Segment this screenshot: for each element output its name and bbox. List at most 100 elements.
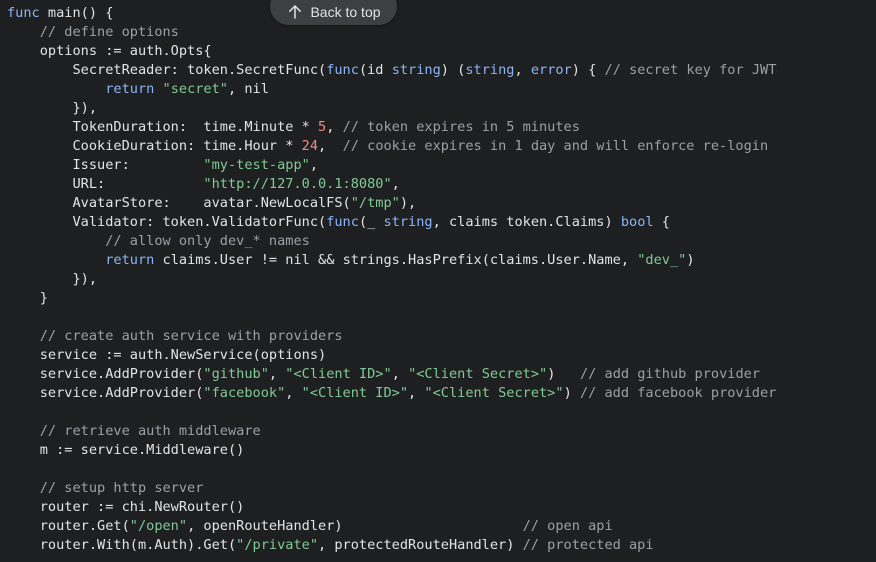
code-line: // allow only dev_* names (7, 232, 776, 251)
code-token: func (326, 62, 359, 78)
code-token: "secret" (162, 81, 228, 97)
code-token: // protected api (522, 537, 654, 553)
code-token: router := chi.NewRouter() (7, 499, 245, 515)
code-line: Issuer: "my-test-app", (7, 156, 776, 175)
code-line: router.Get("/open", openRouteHandler) //… (7, 517, 776, 536)
code-line: // create auth service with providers (7, 327, 776, 346)
code-token: router.With(m.Auth).Get( (7, 537, 237, 553)
code-token: }), (7, 271, 98, 287)
code-line: return claims.User != nil && strings.Has… (7, 251, 776, 270)
code-line: TokenDuration: time.Minute * 5, // token… (7, 118, 776, 137)
code-token: // retrieve auth middleware (7, 423, 261, 439)
code-token: "/private" (236, 537, 318, 553)
code-line: URL: "http://127.0.0.1:8080", (7, 175, 776, 194)
code-token: string (465, 62, 515, 78)
code-token: // open api (522, 518, 613, 534)
code-token: // token expires in 5 minutes (342, 119, 580, 135)
code-token: func (326, 214, 359, 230)
code-token: // cookie expires in 1 day and will enfo… (342, 138, 769, 154)
code-token: , (309, 157, 319, 173)
code-line: service.AddProvider("facebook", "<Client… (7, 384, 777, 403)
code-token: "facebook" (203, 385, 286, 401)
code-token: , (268, 366, 286, 382)
code-token: string (391, 62, 441, 78)
code-token: ), (399, 195, 417, 211)
code-line: Validator: token.ValidatorFunc(func(_ st… (7, 213, 776, 232)
code-token: "<Client ID>" (285, 366, 392, 382)
code-line: }), (7, 99, 776, 118)
code-token: 5 (318, 119, 327, 135)
code-token: // create auth service with providers (7, 328, 343, 344)
code-line: }), (7, 270, 776, 289)
back-to-top-button[interactable]: Back to top (270, 0, 397, 25)
code-token: "http://127.0.0.1:8080" (203, 176, 392, 192)
code-line: m := service.Middleware() (7, 441, 776, 460)
code-token: Validator: token.ValidatorFunc( (7, 214, 327, 230)
code-viewer: func main() { // define options options … (0, 0, 876, 562)
code-line: service := auth.NewService(options) (7, 346, 776, 365)
code-token: , (391, 366, 409, 382)
code-token: "/open" (129, 518, 188, 534)
code-token: AvatarStore: avatar.NewLocalFS( (7, 195, 351, 211)
code-token: ) { (571, 62, 605, 78)
code-token: ) (547, 366, 580, 382)
code-line: CookieDuration: time.Hour * 24, // cooki… (7, 137, 776, 156)
code-token: , (391, 176, 400, 192)
code-token: Issuer: (7, 157, 204, 173)
code-token: router.Get( (7, 518, 130, 534)
code-line: service.AddProvider("github", "<Client I… (7, 365, 776, 384)
code-token: URL: (7, 176, 204, 192)
code-token: "/tmp" (350, 195, 400, 211)
code-block: func main() { // define options options … (7, 4, 776, 555)
code-token: TokenDuration: time.Minute * (7, 119, 318, 135)
code-token: // add github provider (579, 366, 761, 382)
code-token: // allow only dev_* names (7, 233, 310, 249)
code-token: "dev_" (637, 252, 687, 268)
code-token: "<Client Secret>" (424, 385, 564, 401)
code-line: router := chi.NewRouter() (7, 498, 776, 517)
code-token: main() { (39, 5, 114, 21)
code-token: "github" (203, 366, 269, 382)
code-token: "my-test-app" (203, 157, 310, 173)
code-token: } (7, 290, 48, 306)
code-token: m := service.Middleware() (7, 442, 245, 458)
code-token: func (7, 5, 40, 21)
code-token: , (408, 385, 425, 401)
code-token: claims.User != nil && strings.HasPrefix(… (154, 252, 638, 268)
code-line: AvatarStore: avatar.NewLocalFS("/tmp"), (7, 194, 776, 213)
code-token: options := auth.Opts{ (7, 43, 212, 59)
code-token: service.AddProvider( (7, 385, 204, 401)
code-token: ) (686, 252, 695, 268)
code-token: "<Client Secret>" (408, 366, 548, 382)
code-line: // setup http server (7, 479, 776, 498)
code-token: { (653, 214, 670, 230)
code-token: bool (620, 214, 654, 230)
code-line: // retrieve auth middleware (7, 422, 776, 441)
code-token: // secret key for JWT (604, 62, 777, 78)
code-token: , (326, 119, 343, 135)
code-token: service.AddProvider( (7, 366, 204, 382)
code-token: , claims token.Claims) (432, 214, 621, 230)
code-token: }), (7, 100, 98, 116)
code-line: SecretReader: token.SecretFunc(func(id s… (7, 61, 776, 80)
code-token: , protectedRouteHandler) (318, 537, 523, 553)
code-token: "<Client ID>" (301, 385, 409, 401)
code-token: , (318, 138, 343, 154)
code-token: ) ( (440, 62, 466, 78)
code-line: options := auth.Opts{ (7, 42, 776, 61)
code-token: , openRouteHandler) (187, 518, 523, 534)
code-token: return (105, 252, 155, 268)
code-token: // add facebook provider (579, 385, 777, 401)
code-token: , (514, 62, 531, 78)
code-token: ) (563, 385, 580, 401)
code-token: // setup http server (7, 480, 204, 496)
code-token: error (530, 62, 572, 78)
code-token: // define options (7, 24, 179, 40)
arrow-up-icon (289, 4, 302, 19)
